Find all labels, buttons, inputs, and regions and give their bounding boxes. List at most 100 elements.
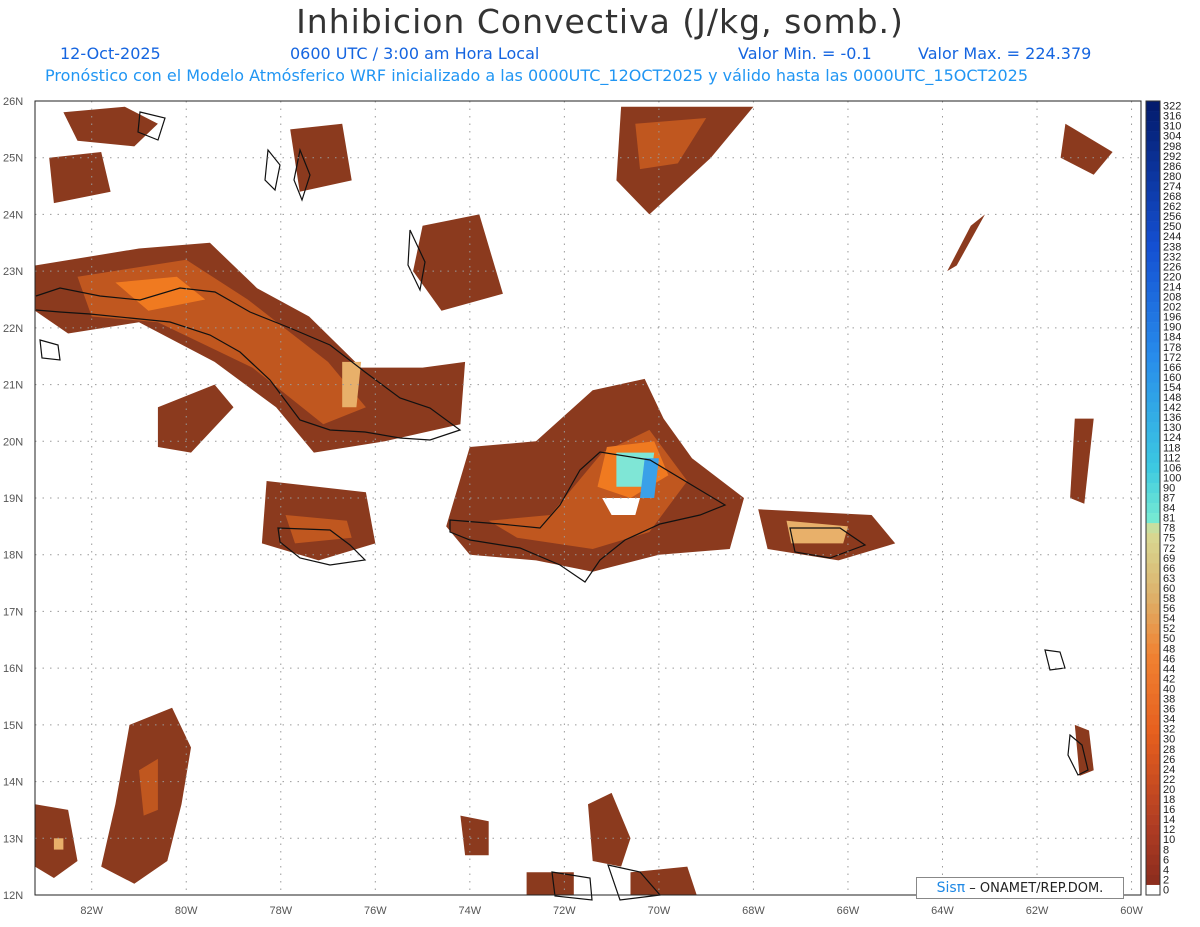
colorbar-swatch bbox=[1146, 342, 1160, 353]
colorbar-swatch bbox=[1146, 141, 1160, 152]
lon-tick-label: 74W bbox=[459, 905, 482, 917]
colorbar-swatch bbox=[1146, 673, 1160, 685]
lat-tick-label: 19N bbox=[3, 493, 23, 505]
brand-logo: Sisπ bbox=[936, 880, 966, 896]
colorbar-swatch bbox=[1146, 693, 1160, 705]
cin-region-26 bbox=[947, 214, 985, 272]
lon-tick-label: 82W bbox=[80, 905, 103, 917]
colorbar-swatch bbox=[1146, 181, 1160, 192]
colorbar-swatch bbox=[1146, 884, 1160, 896]
colorbar-swatch bbox=[1146, 101, 1160, 112]
lon-tick-label: 70W bbox=[648, 905, 671, 917]
lat-tick-label: 17N bbox=[3, 606, 23, 618]
colorbar-swatch bbox=[1146, 794, 1160, 805]
colorbar-swatch bbox=[1146, 332, 1160, 343]
colorbar-swatch bbox=[1146, 312, 1160, 323]
colorbar-swatch bbox=[1146, 201, 1160, 212]
lon-tick-label: 68W bbox=[742, 905, 765, 917]
lat-tick-label: 18N bbox=[3, 550, 23, 562]
colorbar-swatch bbox=[1146, 663, 1160, 675]
credit-box: Sisπ – ONAMET/REP.DOM. bbox=[916, 877, 1124, 899]
colorbar-swatch bbox=[1146, 603, 1160, 614]
colorbar-swatch bbox=[1146, 543, 1160, 554]
lat-tick-label: 13N bbox=[3, 833, 23, 845]
colorbar-swatch bbox=[1146, 824, 1160, 835]
lat-tick-label: 25N bbox=[3, 153, 23, 165]
colorbar-swatch bbox=[1146, 653, 1160, 665]
colorbar-swatch bbox=[1146, 523, 1160, 534]
colorbar-swatch bbox=[1146, 482, 1160, 494]
lon-tick-label: 72W bbox=[553, 905, 576, 917]
colorbar-swatch bbox=[1146, 834, 1160, 846]
colorbar-swatch bbox=[1146, 422, 1160, 433]
colorbar-swatch bbox=[1146, 111, 1160, 122]
cin-region-25 bbox=[588, 792, 631, 867]
colorbar-swatch bbox=[1146, 744, 1160, 755]
colorbar-swatch bbox=[1146, 402, 1160, 413]
colorbar-swatch bbox=[1146, 633, 1160, 645]
cin-region-20 bbox=[157, 384, 234, 453]
colorbar-swatch bbox=[1146, 191, 1160, 202]
colorbar-swatch bbox=[1146, 613, 1160, 624]
lon-tick-label: 66W bbox=[837, 905, 860, 917]
colorbar-swatch bbox=[1146, 352, 1160, 363]
colorbar-swatch bbox=[1146, 271, 1160, 283]
colorbar-swatch bbox=[1146, 322, 1160, 333]
lat-tick-label: 15N bbox=[3, 720, 23, 732]
colorbar-swatch bbox=[1146, 442, 1160, 454]
lat-tick-label: 21N bbox=[3, 380, 23, 392]
lat-tick-label: 14N bbox=[3, 777, 23, 789]
colorbar-swatch bbox=[1146, 583, 1160, 594]
colorbar-swatch bbox=[1146, 503, 1160, 514]
cin-region-31 bbox=[630, 866, 697, 895]
colorbar-swatch bbox=[1146, 593, 1160, 604]
colorbar-swatch bbox=[1146, 211, 1160, 222]
colorbar-swatch bbox=[1146, 171, 1160, 182]
colorbar-swatch bbox=[1146, 121, 1160, 132]
cin-region-1 bbox=[49, 152, 111, 204]
lon-tick-label: 60W bbox=[1120, 905, 1143, 917]
colorbar-swatch bbox=[1146, 241, 1160, 253]
colorbar-swatch bbox=[1146, 302, 1160, 313]
colorbar-swatch bbox=[1146, 291, 1160, 303]
colorbar-swatch bbox=[1146, 854, 1160, 866]
lon-tick-label: 62W bbox=[1026, 905, 1049, 917]
lon-tick-label: 64W bbox=[931, 905, 954, 917]
colorbar-swatch bbox=[1146, 764, 1160, 775]
colorbar-swatch bbox=[1146, 462, 1160, 474]
colorbar-swatch bbox=[1146, 513, 1160, 524]
colorbar-swatch bbox=[1146, 372, 1160, 383]
colorbar-swatch bbox=[1146, 131, 1160, 142]
colorbar-swatch bbox=[1146, 724, 1160, 735]
cin-region-30 bbox=[460, 815, 489, 856]
cin-region-27 bbox=[1060, 123, 1113, 175]
colorbar-swatch bbox=[1146, 784, 1160, 795]
colorbar-swatch bbox=[1146, 754, 1160, 765]
colorbar-swatch bbox=[1146, 472, 1160, 484]
lat-tick-label: 24N bbox=[3, 209, 23, 221]
lon-tick-label: 78W bbox=[269, 905, 292, 917]
colorbar-swatch bbox=[1146, 362, 1160, 373]
lat-tick-label: 22N bbox=[3, 323, 23, 335]
colorbar-swatch bbox=[1146, 382, 1160, 393]
colorbar-label: 0 bbox=[1163, 884, 1169, 896]
cin-region-32 bbox=[526, 872, 574, 895]
colorbar-swatch bbox=[1146, 412, 1160, 423]
cin-region-24 bbox=[53, 838, 64, 850]
colorbar-swatch bbox=[1146, 151, 1160, 162]
colorbar-swatch bbox=[1146, 261, 1160, 273]
colorbar-swatch bbox=[1146, 432, 1160, 444]
colorbar-swatch bbox=[1146, 874, 1160, 886]
colorbar-swatch bbox=[1146, 281, 1160, 293]
colorbar-swatch bbox=[1146, 714, 1160, 725]
lat-tick-label: 23N bbox=[3, 266, 23, 278]
cin-map: 82W 80W 78W 76W 74W 72W 70W 68W 66W 64W 62W 60W 26N 2… bbox=[3, 96, 1181, 917]
colorbar-swatch bbox=[1146, 864, 1160, 876]
colorbar-swatch bbox=[1146, 492, 1160, 504]
colorbar-swatch bbox=[1146, 814, 1160, 825]
colorbar-swatch bbox=[1146, 251, 1160, 263]
colorbar: 3223163103042982922862802742682622562502… bbox=[1145, 100, 1181, 896]
cin-region-29 bbox=[1074, 724, 1094, 776]
colorbar-swatch bbox=[1146, 221, 1160, 232]
cin-region-3 bbox=[413, 214, 503, 311]
